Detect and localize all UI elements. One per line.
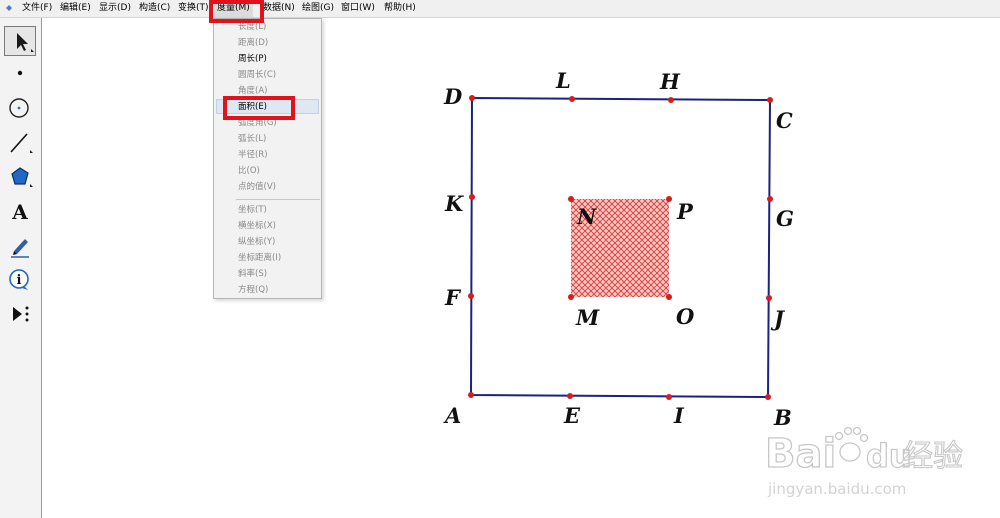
- menu-item-circumference[interactable]: 圆周长(C): [238, 68, 276, 82]
- menu-file[interactable]: 文件(F): [19, 0, 55, 17]
- menu-item-ordinate[interactable]: 纵坐标(Y): [238, 235, 275, 249]
- point-E[interactable]: [567, 393, 573, 399]
- menu-separator: [236, 199, 320, 200]
- menu-item-arc-length[interactable]: 弧长(L): [238, 132, 266, 146]
- menu-item-radius[interactable]: 半径(R): [238, 148, 268, 162]
- point-K[interactable]: [469, 194, 475, 200]
- menu-item-distance[interactable]: 距离(D): [238, 36, 268, 50]
- label-O[interactable]: O: [676, 304, 695, 329]
- label-F[interactable]: F: [444, 285, 462, 310]
- menu-measure-highlight-box: [209, 0, 264, 23]
- label-N[interactable]: N: [576, 204, 597, 229]
- tool-polygon[interactable]: [4, 162, 36, 192]
- menu-item-point-value[interactable]: 点的值(V): [238, 180, 276, 194]
- label-A[interactable]: A: [443, 403, 461, 428]
- svg-text:A: A: [11, 200, 28, 224]
- menu-bar: 文件(F) 编辑(E) 显示(D) 构造(C) 变换(T) 度量(M) 数据(N…: [0, 0, 1000, 18]
- label-E[interactable]: E: [563, 403, 581, 428]
- tool-compass[interactable]: [4, 93, 36, 123]
- point-N[interactable]: [568, 196, 574, 202]
- custom-tool-icon: [13, 306, 29, 322]
- compass-circle-icon: [9, 98, 29, 118]
- menu-item-abscissa[interactable]: 横坐标(X): [238, 219, 276, 233]
- svg-text:经验: 经验: [903, 439, 963, 474]
- label-L[interactable]: L: [555, 68, 571, 93]
- svg-text:jingyan.baidu.com: jingyan.baidu.com: [767, 480, 906, 498]
- sketchpad-app-icon[interactable]: [5, 4, 13, 12]
- label-D[interactable]: D: [443, 84, 463, 109]
- label-H[interactable]: H: [659, 69, 681, 94]
- menu-item-perimeter[interactable]: 周长(P): [238, 52, 267, 66]
- menu-data[interactable]: 数据(N): [260, 0, 298, 17]
- menu-area-highlight-box: [223, 96, 295, 120]
- label-J[interactable]: J: [770, 306, 786, 331]
- drawing-canvas[interactable]: A B C D E I L H K F G J N P M O Bai du 经…: [42, 18, 1000, 518]
- menu-display[interactable]: 显示(D): [96, 0, 134, 17]
- menu-item-coordinate-distance[interactable]: 坐标距离(I): [238, 251, 281, 265]
- tool-marker[interactable]: [4, 231, 36, 261]
- point-icon: [17, 70, 23, 76]
- baidu-watermark: Bai du 经验 jingyan.baidu.com: [764, 426, 964, 498]
- point-O[interactable]: [666, 294, 672, 300]
- tool-point[interactable]: [4, 58, 36, 88]
- menu-item-ratio[interactable]: 比(O): [238, 164, 260, 178]
- menu-item-slope[interactable]: 斜率(S): [238, 267, 267, 281]
- point-J[interactable]: [766, 295, 772, 301]
- point-L[interactable]: [569, 96, 575, 102]
- menu-edit[interactable]: 编辑(E): [57, 0, 94, 17]
- polygon-icon: [11, 167, 33, 187]
- straightedge-icon: [10, 133, 33, 153]
- point-I[interactable]: [666, 394, 672, 400]
- menu-item-coordinates[interactable]: 坐标(T): [238, 203, 267, 217]
- information-icon: i: [9, 269, 29, 290]
- svg-text:i: i: [17, 273, 22, 288]
- paw-logo-icon: [834, 426, 869, 462]
- point-D[interactable]: [469, 95, 475, 101]
- tool-text[interactable]: A: [4, 197, 36, 227]
- tool-palette: A i: [0, 18, 42, 518]
- menu-transform[interactable]: 变换(T): [175, 0, 212, 17]
- label-G[interactable]: G: [776, 206, 794, 231]
- point-M[interactable]: [568, 294, 574, 300]
- point-C[interactable]: [767, 97, 773, 103]
- menu-item-equation[interactable]: 方程(Q): [238, 283, 268, 297]
- point-A[interactable]: [468, 392, 474, 398]
- arrow-select-icon: [17, 33, 34, 52]
- point-F[interactable]: [468, 293, 474, 299]
- marker-pen-icon: [11, 239, 29, 258]
- menu-graph[interactable]: 绘图(G): [299, 0, 337, 17]
- tool-information[interactable]: i: [4, 265, 36, 295]
- label-K[interactable]: K: [444, 191, 464, 216]
- menu-window[interactable]: 窗口(W): [338, 0, 378, 17]
- svg-text:Bai: Bai: [765, 431, 836, 477]
- point-H[interactable]: [668, 97, 674, 103]
- tool-straightedge[interactable]: [4, 128, 36, 158]
- point-B[interactable]: [765, 394, 771, 400]
- point-G[interactable]: [767, 196, 773, 202]
- measure-dropdown-menu: 长度(L) 距离(D) 周长(P) 圆周长(C) 角度(A) 面积(E) 弧度角…: [213, 18, 322, 299]
- text-icon: A: [11, 200, 28, 224]
- label-I[interactable]: I: [673, 403, 685, 428]
- label-M[interactable]: M: [575, 305, 600, 330]
- label-C[interactable]: C: [776, 108, 793, 133]
- menu-construct[interactable]: 构造(C): [136, 0, 173, 17]
- point-P[interactable]: [666, 196, 672, 202]
- menu-help[interactable]: 帮助(H): [381, 0, 419, 17]
- tool-custom[interactable]: [4, 299, 36, 329]
- tool-selection-arrow[interactable]: [4, 26, 36, 56]
- label-P[interactable]: P: [676, 199, 694, 224]
- label-B[interactable]: B: [773, 405, 792, 430]
